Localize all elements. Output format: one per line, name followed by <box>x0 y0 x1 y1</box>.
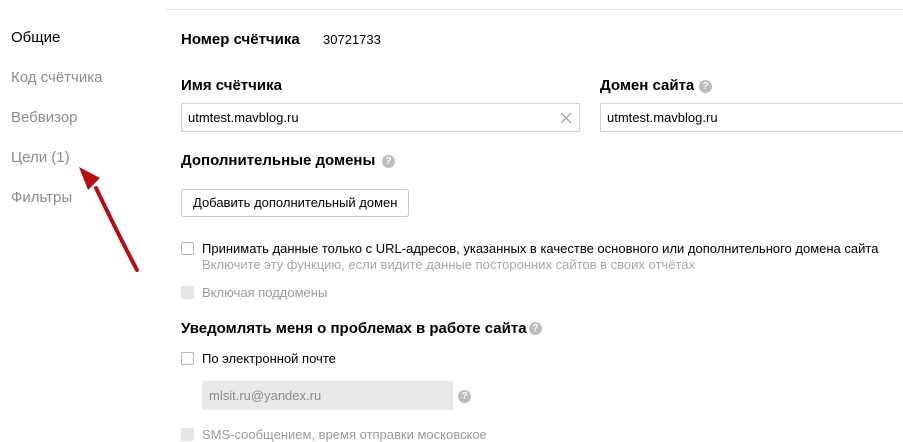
sidebar-item-counter-code[interactable]: Код счётчика <box>11 69 102 86</box>
notify-title: Уведомлять меня о проблемах в работе сай… <box>181 320 527 337</box>
site-domain-input[interactable] <box>600 103 903 132</box>
additional-domains-title: Дополнительные домены <box>181 152 376 169</box>
add-additional-domain-button[interactable]: Добавить дополнительный домен <box>181 189 410 217</box>
counter-name-input[interactable] <box>181 103 580 132</box>
annotation-arrow <box>79 167 139 272</box>
counter-number-label: Номер счётчика <box>181 31 300 48</box>
help-icon[interactable]: ? <box>382 155 395 168</box>
only-listed-urls-checkbox[interactable] <box>181 242 194 255</box>
sidebar-item-goals[interactable]: Цели (1) <box>11 149 70 166</box>
counter-name-label: Имя счётчика <box>181 77 282 94</box>
close-icon[interactable] <box>560 112 572 124</box>
only-listed-urls-hint: Включите эту функцию, если видите данные… <box>202 257 695 272</box>
sms-notify-checkbox <box>181 428 194 441</box>
only-listed-urls-label: Принимать данные только с URL-адресов, у… <box>202 241 879 256</box>
notify-email-input <box>202 381 453 410</box>
email-notify-checkbox[interactable] <box>181 352 194 365</box>
top-divider <box>166 9 903 10</box>
include-subdomains-checkbox <box>181 286 194 299</box>
site-domain-label: Домен сайта <box>600 77 695 94</box>
sidebar-item-filters[interactable]: Фильтры <box>11 189 72 206</box>
counter-number-value: 30721733 <box>323 32 381 47</box>
help-icon[interactable]: ? <box>529 322 542 335</box>
sms-notify-label: SMS-сообщением, время отправки московско… <box>202 427 487 442</box>
sidebar-item-webvisor[interactable]: Вебвизор <box>11 109 78 126</box>
sidebar-item-general[interactable]: Общие <box>11 29 60 46</box>
help-icon[interactable]: ? <box>699 80 712 93</box>
help-icon[interactable]: ? <box>458 390 471 403</box>
include-subdomains-label: Включая поддомены <box>202 285 328 300</box>
email-notify-label: По электронной почте <box>202 351 336 366</box>
